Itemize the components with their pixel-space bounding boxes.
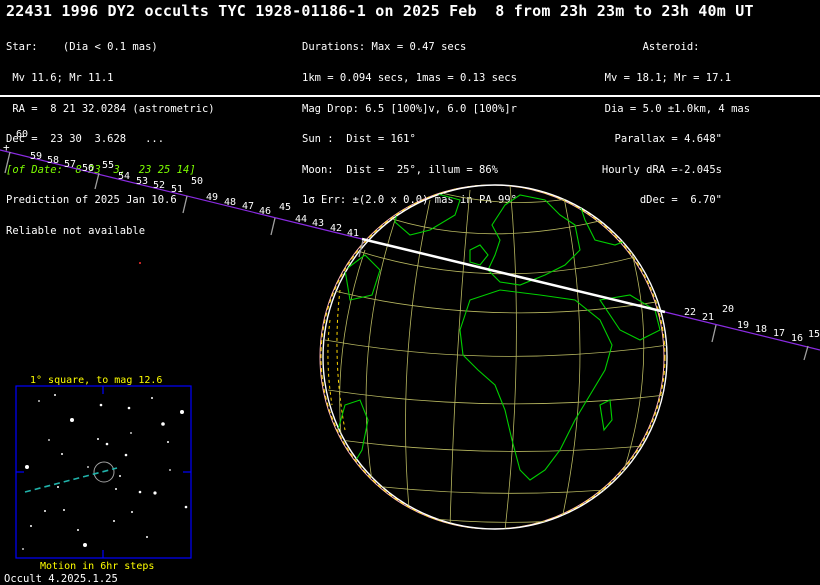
tick-label: 41 (347, 228, 359, 239)
path-tick-labels: 60 59 58 57 56 55 54 53 52 51 50 49 48 4… (16, 129, 820, 344)
red-dot (139, 262, 141, 264)
tick-label: 42 (330, 223, 342, 234)
tick-label: 54 (118, 171, 130, 182)
tick-label: 48 (224, 197, 236, 208)
tick-label: 57 (64, 159, 76, 170)
tick-label: 15 (808, 329, 820, 340)
path-tick-marks (4, 151, 809, 361)
tick-label: 21 (702, 312, 714, 323)
tick-label: 20 (722, 304, 734, 315)
tick-label: 59 (30, 151, 42, 162)
tick-label: 53 (136, 176, 148, 187)
globe (319, 184, 668, 530)
tick-label: 44 (295, 214, 307, 225)
tick-label: 60 (16, 129, 28, 140)
tick-label: 46 (259, 206, 271, 217)
tick-label: 58 (47, 155, 59, 166)
tick-label: 49 (206, 192, 218, 203)
tick-label: 16 (791, 333, 803, 344)
tick-label: 45 (279, 202, 291, 213)
tick-label: 18 (755, 324, 767, 335)
tick-label: 22 (684, 307, 696, 318)
tick-label: 19 (737, 320, 749, 331)
software-version: Occult 4.2025.1.25 (4, 573, 118, 585)
tick-label: 17 (773, 328, 785, 339)
tick-label: 47 (242, 201, 254, 212)
star-chart-caption: Motion in 6hr steps (40, 561, 154, 572)
tick-label: 51 (171, 184, 183, 195)
tick-label: 56 (82, 163, 94, 174)
star-chart: 1° square, to mag 12.6 Motion in 6hr ste… (15, 375, 192, 572)
path-start-marker: + (3, 141, 10, 154)
tick-label: 43 (312, 218, 324, 229)
occultation-map: + 60 59 58 57 56 55 54 53 52 51 50 49 48… (0, 129, 820, 572)
tick-label: 50 (191, 176, 203, 187)
tick-label: 52 (153, 180, 165, 191)
tick-label: 55 (102, 160, 114, 171)
central-line (361, 237, 666, 314)
star-chart-title: 1° square, to mag 12.6 (30, 375, 162, 386)
